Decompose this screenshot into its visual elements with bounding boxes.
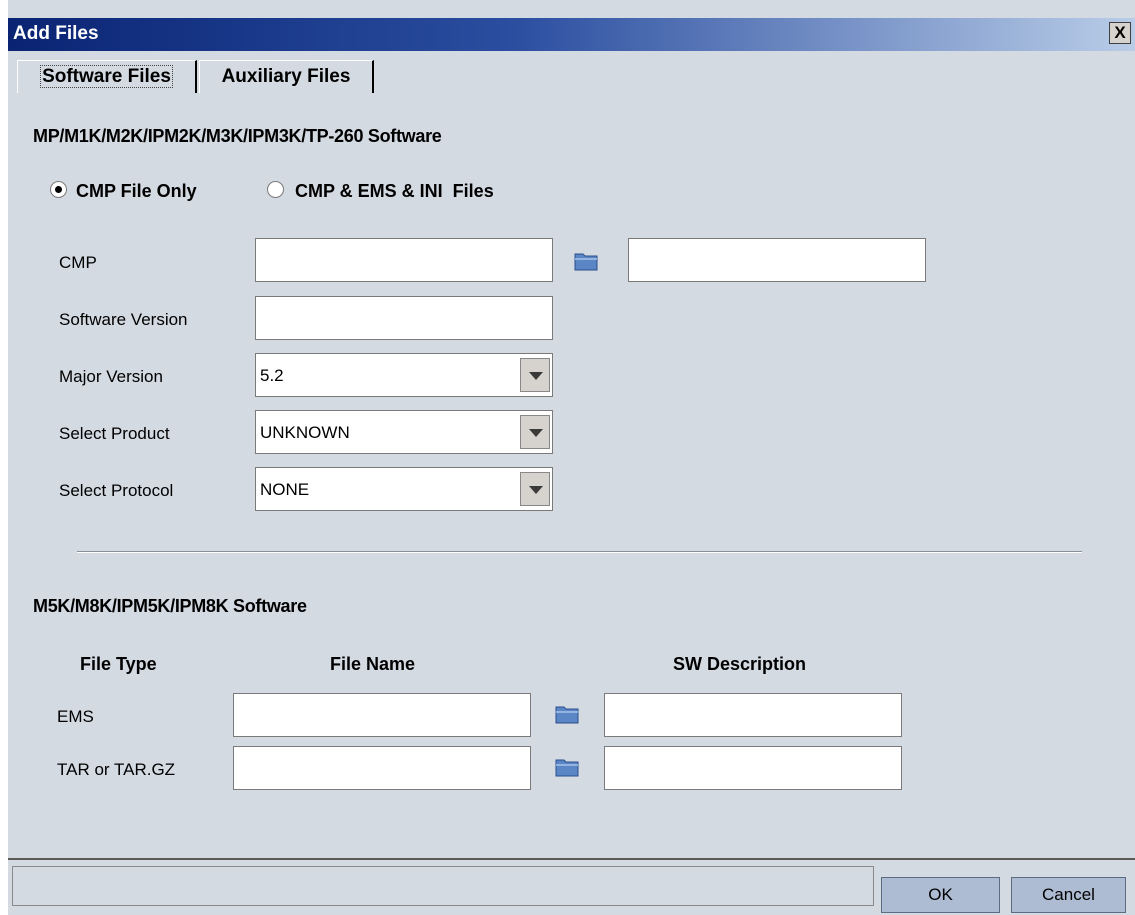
chevron-down-icon[interactable] <box>520 472 550 506</box>
software-version-input[interactable] <box>255 296 553 340</box>
major-version-value: 5.2 <box>260 366 284 385</box>
ems-description-input[interactable] <box>604 693 902 737</box>
dialog-title: Add Files <box>13 23 99 44</box>
add-files-dialog: Add Files X Software Files Auxiliary Fil… <box>8 0 1135 915</box>
column-header-sw-description: SW Description <box>673 654 807 674</box>
ems-file-input[interactable] <box>233 693 531 737</box>
cmp-ems-ini-radio[interactable] <box>267 181 284 198</box>
chevron-down-icon[interactable] <box>520 415 550 449</box>
tab-software-files-label: Software Files <box>40 65 173 88</box>
cmp-label: CMP <box>59 253 97 272</box>
cmp-file-only-label[interactable]: CMP File Only <box>76 181 197 202</box>
software-version-label: Software Version <box>59 310 188 329</box>
select-protocol-select[interactable]: NONE <box>255 467 553 511</box>
section-title-m5k-software: M5K/M8K/IPM5K/IPM8K Software <box>33 596 307 616</box>
select-product-select[interactable]: UNKNOWN <box>255 410 553 454</box>
major-version-select[interactable]: 5.2 <box>255 353 553 397</box>
select-protocol-value: NONE <box>260 480 310 499</box>
tab-auxiliary-files-label: Auxiliary Files <box>221 66 351 87</box>
status-field <box>12 866 874 906</box>
cmp-description-input[interactable] <box>628 238 926 282</box>
column-header-file-type: File Type <box>80 654 157 674</box>
tar-description-input[interactable] <box>604 746 902 790</box>
tab-auxiliary-files[interactable]: Auxiliary Files <box>199 60 374 93</box>
tar-file-input[interactable] <box>233 746 531 790</box>
ems-label: EMS <box>57 707 94 726</box>
select-protocol-label: Select Protocol <box>59 481 174 500</box>
ok-button[interactable]: OK <box>881 877 1000 913</box>
title-bar[interactable]: Add Files X <box>8 18 1135 51</box>
section-title-mp-software: MP/M1K/M2K/IPM2K/M3K/IPM3K/TP-260 Softwa… <box>33 126 442 146</box>
tab-software-files[interactable]: Software Files <box>17 60 197 93</box>
section-divider <box>77 551 1082 553</box>
cmp-ems-ini-label[interactable]: CMP & EMS & INI Files <box>295 181 494 202</box>
button-bar: OK Cancel <box>8 858 1135 915</box>
column-header-file-name: File Name <box>330 654 416 674</box>
select-product-label: Select Product <box>59 424 170 443</box>
cmp-file-only-radio[interactable] <box>50 181 67 198</box>
select-product-value: UNKNOWN <box>260 423 350 442</box>
major-version-label: Major Version <box>59 367 163 386</box>
tar-label: TAR or TAR.GZ <box>57 760 176 779</box>
chevron-down-icon[interactable] <box>520 358 550 392</box>
cancel-button[interactable]: Cancel <box>1011 877 1126 913</box>
close-button[interactable]: X <box>1109 22 1131 44</box>
folder-icon[interactable] <box>555 704 579 724</box>
folder-icon[interactable] <box>555 757 579 777</box>
cmp-file-input[interactable] <box>255 238 553 282</box>
folder-icon[interactable] <box>574 251 598 271</box>
